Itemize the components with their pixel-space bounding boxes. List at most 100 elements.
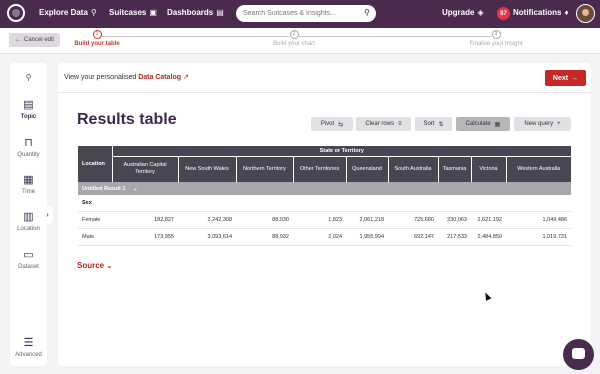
table-cell: 2,484,850 — [471, 228, 506, 246]
location-header[interactable]: Location — [78, 146, 113, 182]
table-cell: 217,533 — [438, 228, 471, 246]
cancel-edit-button[interactable]: ← Cancel edit — [9, 33, 61, 47]
document-icon: ▤ — [23, 99, 34, 111]
new-query-button[interactable]: New query + — [514, 117, 571, 131]
nav-upgrade[interactable]: Upgrade ◈ — [442, 8, 484, 17]
avatar[interactable] — [576, 4, 595, 23]
source-label: Source — [77, 261, 105, 270]
chevron-down-icon: ⌄ — [106, 263, 113, 270]
calculate-label: Calculate — [465, 121, 491, 127]
table-cell: 182,827 — [112, 211, 178, 229]
arrow-right-icon: → — [571, 74, 579, 82]
sidebar-item-label: Location — [17, 226, 40, 232]
search-icon: ⚲ — [90, 8, 97, 17]
chevron-right-icon: › — [46, 210, 49, 219]
table-cell: 3,242,308 — [178, 211, 236, 229]
source-dropdown[interactable]: Source ⌄ — [77, 261, 112, 270]
step-build-chart[interactable]: 2 Build your chart — [254, 30, 334, 47]
main-panel: View your personalised Data Catalog ↗ Ne… — [58, 63, 591, 366]
notifications-badge[interactable]: 87 — [497, 7, 510, 20]
search-icon[interactable]: ⚲ — [16, 70, 41, 86]
column-header[interactable]: Victoria — [470, 155, 506, 182]
section-label: Sex — [78, 195, 571, 212]
column-header[interactable]: Northern Territory — [235, 155, 293, 182]
column-header[interactable]: Queensland — [345, 155, 388, 182]
nav-suitcases[interactable]: Suitcases ▣ — [109, 8, 157, 17]
sidebar-item-label: Advanced — [15, 352, 42, 358]
sort-icon: ⇅ — [438, 121, 444, 128]
sidebar-item-time[interactable]: ▦ Time — [10, 174, 47, 195]
table-cell: 88,030 — [236, 211, 293, 229]
chat-icon[interactable] — [563, 339, 594, 370]
nav-dashboards[interactable]: Dashboards ▤ — [167, 8, 224, 17]
sidebar-expand-button[interactable]: › — [42, 206, 53, 224]
folder-icon: ▭ — [23, 249, 34, 261]
data-catalog-link[interactable]: Data Catalog — [138, 74, 181, 81]
external-link-icon[interactable]: ↗ — [183, 74, 189, 81]
nav-notifications[interactable]: Notifications ♦ — [513, 8, 569, 17]
calendar-icon: ▤ — [216, 8, 224, 17]
sidebar-item-topic[interactable]: ▤ Topic — [10, 99, 47, 120]
catalog-prefix: View your personalised — [64, 74, 137, 81]
sidebar-item-dataset[interactable]: ▭ Dataset — [10, 249, 47, 270]
step-build-table[interactable]: 1 Build your table — [57, 30, 137, 47]
calculate-button[interactable]: Calculate ▦ — [456, 117, 510, 131]
step-finalise-insight[interactable]: 3 Finalise your insight — [456, 30, 536, 47]
table-cell: 3,093,614 — [178, 228, 236, 246]
sidebar-item-quantity[interactable]: ⊓ Quantity — [10, 137, 47, 158]
state-territory-header[interactable]: State or Territory — [112, 146, 571, 156]
logo-icon[interactable] — [7, 4, 25, 22]
sidebar-item-label: Topic — [20, 114, 37, 120]
step-label: Build your chart — [273, 41, 315, 47]
sort-button[interactable]: Sort ⇅ — [415, 117, 452, 131]
row-label: Female — [78, 211, 112, 229]
column-header[interactable]: Western Australia — [505, 155, 571, 182]
section-row: Sex — [78, 195, 571, 212]
results-table: Location State or Territory Australian C… — [78, 146, 571, 246]
app-root: Explore Data ⚲ Suitcases ▣ Dashboards ▤ … — [0, 0, 600, 374]
search-input[interactable] — [243, 8, 361, 19]
nav-explore-data[interactable]: Explore Data ⚲ — [39, 8, 97, 17]
wizard-stepper: ← Cancel edit 1 Build your table 2 Build… — [0, 28, 600, 54]
table-cell: 1,049,486 — [506, 211, 571, 229]
table-cell: 725,680 — [388, 211, 438, 229]
sidebar-item-advanced[interactable]: ☰ Advanced — [10, 337, 47, 358]
list-icon: ≡ — [398, 121, 402, 127]
sliders-icon: ☰ — [23, 337, 34, 349]
table-row[interactable]: Female 182,827 3,242,308 88,030 1,823 2,… — [78, 211, 571, 229]
table-cell: 1,955,994 — [346, 228, 388, 246]
clear-rows-button[interactable]: Clear rows ≡ — [356, 117, 411, 131]
step-label: Build your table — [74, 41, 120, 47]
column-header[interactable]: Tasmania — [437, 155, 471, 182]
nav-dashboards-label: Dashboards — [167, 8, 214, 17]
top-navigation: Explore Data ⚲ Suitcases ▣ Dashboards ▤ … — [0, 0, 600, 28]
column-header[interactable]: South Australia — [387, 155, 438, 182]
nav-notifications-label: Notifications — [513, 8, 562, 17]
sort-label: Sort — [423, 121, 435, 127]
result-group-row[interactable]: Untitled Result 1 ⌄ — [78, 182, 571, 195]
next-label: Next — [552, 74, 569, 82]
next-button[interactable]: Next → — [545, 70, 586, 86]
arrow-left-icon: ← — [15, 37, 21, 43]
step-number: 3 — [491, 30, 501, 39]
new-query-label: New query — [524, 121, 554, 127]
table-cell: 692,147 — [388, 228, 438, 246]
table-cell: 2,024 — [293, 228, 346, 246]
table-cell: 230,063 — [438, 211, 471, 229]
pivot-button[interactable]: Pivot ⇆ — [311, 117, 353, 131]
clear-rows-label: Clear rows — [365, 121, 395, 127]
cancel-edit-label: Cancel edit — [24, 37, 55, 43]
chevron-down-icon[interactable]: ⌄ — [133, 186, 138, 192]
table-row[interactable]: Male 173,955 3,093,614 88,932 2,024 1,95… — [78, 228, 571, 246]
column-header[interactable]: New South Wales — [177, 155, 236, 182]
column-header[interactable]: Other Territories — [292, 155, 346, 182]
search-icon[interactable]: ⚲ — [364, 8, 370, 17]
column-header[interactable]: Australian Capital Territory — [111, 155, 178, 182]
calendar-icon: ▦ — [23, 174, 34, 186]
global-search[interactable]: ⚲ — [236, 5, 376, 22]
step-number: 1 — [92, 30, 102, 39]
swap-icon: ⇆ — [338, 121, 344, 128]
table-cell: 1,019,731 — [506, 228, 571, 246]
step-label: Finalise your insight — [469, 41, 523, 47]
divider — [58, 92, 591, 93]
